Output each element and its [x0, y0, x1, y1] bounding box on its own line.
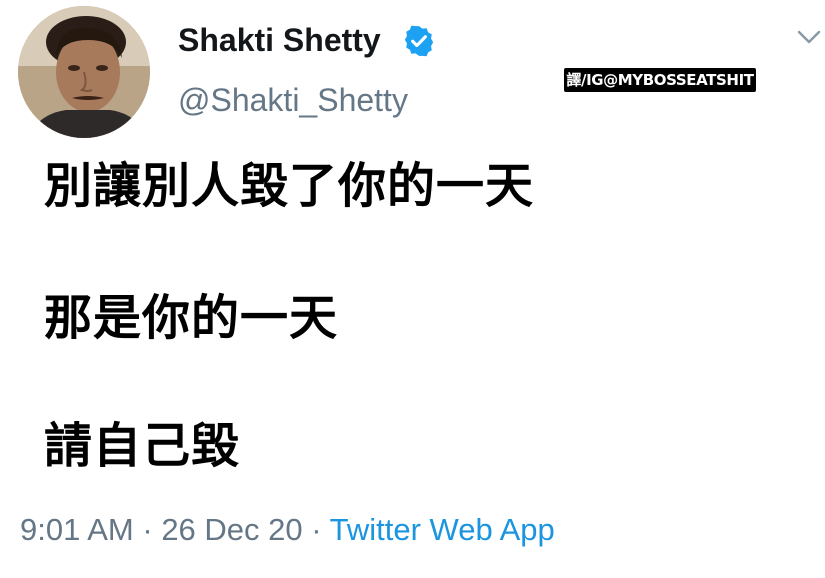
- tweet-text-line-2: 那是你的一天: [44, 290, 339, 346]
- tweet-date[interactable]: 26 Dec 20: [161, 512, 302, 547]
- avatar[interactable]: [18, 6, 150, 138]
- meta-separator: ·: [133, 512, 162, 547]
- tweet-meta: 9:01 AM · 26 Dec 20 · Twitter Web App: [20, 510, 555, 550]
- meta-separator: ·: [302, 512, 330, 547]
- chevron-down-icon[interactable]: [796, 28, 822, 46]
- display-name[interactable]: Shakti Shetty: [178, 20, 381, 60]
- user-handle[interactable]: @Shakti_Shetty: [178, 80, 408, 120]
- tweet-text-line-3: 請自己毀: [44, 418, 241, 474]
- verified-badge-icon: [404, 25, 434, 57]
- tweet-text-line-1: 別讓別人毀了你的一天: [44, 158, 535, 214]
- tweet-source-link[interactable]: Twitter Web App: [330, 512, 555, 547]
- translator-watermark: 譯/IG@MYBOSSEATSHIT: [564, 68, 756, 92]
- profile-photo: [18, 6, 150, 138]
- tweet-time[interactable]: 9:01 AM: [20, 512, 134, 547]
